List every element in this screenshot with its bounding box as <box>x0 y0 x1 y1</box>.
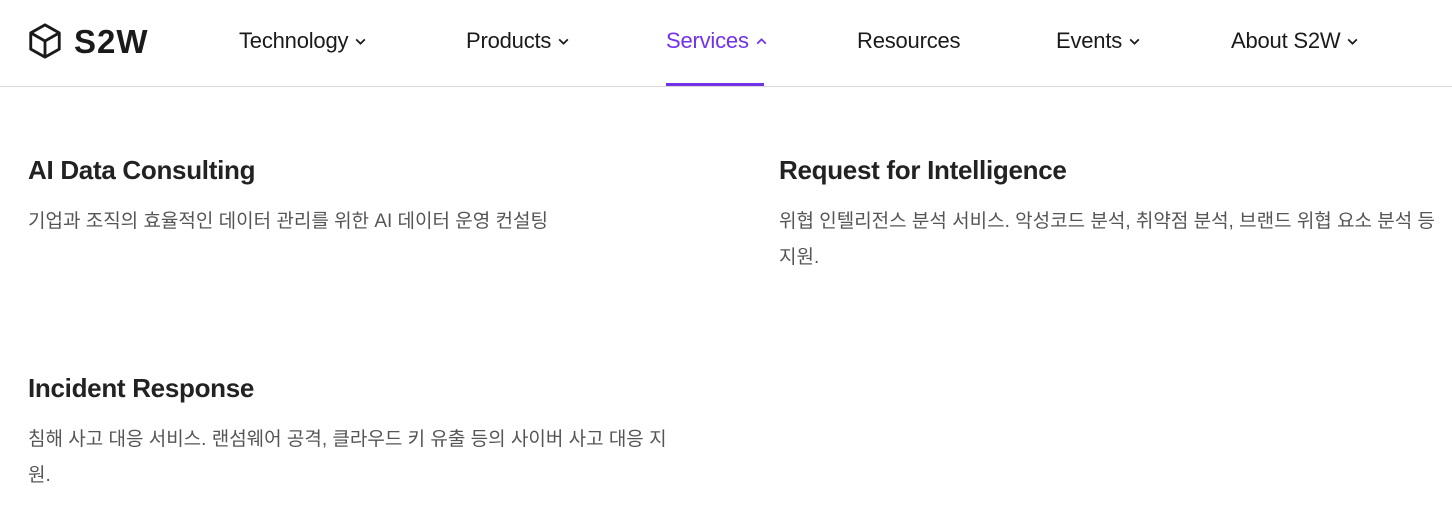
nav-item-label: Services <box>666 28 749 53</box>
service-title[interactable]: Request for Intelligence <box>779 155 1449 186</box>
brand-name: S2W <box>74 22 149 60</box>
service-title[interactable]: Incident Response <box>28 373 688 404</box>
nav-item-label: Resources <box>857 28 961 53</box>
nav-item-resources[interactable]: Resources <box>857 26 961 56</box>
service-description: 기업과 조직의 효율적인 데이터 관리를 위한 AI 데이터 운영 컨설팅 <box>28 211 548 232</box>
service-card-request-for-intelligence[interactable]: Request for Intelligence 위협 인텔리전스 분석 서비스… <box>779 155 1449 276</box>
nav-item-products[interactable]: Products <box>466 26 570 56</box>
nav-item-services[interactable]: Services <box>666 26 768 56</box>
cube-logo-icon <box>29 23 61 59</box>
top-navigation-bar: S2W Technology Products Services Resourc… <box>0 0 1452 87</box>
chevron-down-icon <box>354 35 367 48</box>
service-card-incident-response[interactable]: Incident Response 침해 사고 대응 서비스. 랜섬웨어 공격,… <box>28 373 688 494</box>
chevron-down-icon <box>557 35 570 48</box>
chevron-down-icon <box>1346 35 1359 48</box>
nav-item-label: Events <box>1056 28 1123 53</box>
s2w-logo[interactable]: S2W <box>26 21 149 61</box>
active-tab-underline <box>666 83 764 86</box>
nav-item-technology[interactable]: Technology <box>239 26 367 56</box>
service-description: 침해 사고 대응 서비스. 랜섬웨어 공격, 클라우드 키 유출 등의 사이버 … <box>28 429 667 486</box>
nav-item-events[interactable]: Events <box>1056 26 1141 56</box>
service-title[interactable]: AI Data Consulting <box>28 155 708 186</box>
nav-item-label: Products <box>466 28 552 53</box>
nav-item-about-s2w[interactable]: About S2W <box>1231 26 1359 56</box>
nav-item-label: Technology <box>239 28 349 53</box>
service-card-ai-data-consulting[interactable]: AI Data Consulting 기업과 조직의 효율적인 데이터 관리를 … <box>28 155 708 240</box>
nav-item-label: About S2W <box>1231 28 1341 53</box>
service-description: 위협 인텔리전스 분석 서비스. 악성코드 분석, 취약점 분석, 브랜드 위협… <box>779 211 1436 268</box>
chevron-up-icon <box>755 35 768 48</box>
chevron-down-icon <box>1128 35 1141 48</box>
